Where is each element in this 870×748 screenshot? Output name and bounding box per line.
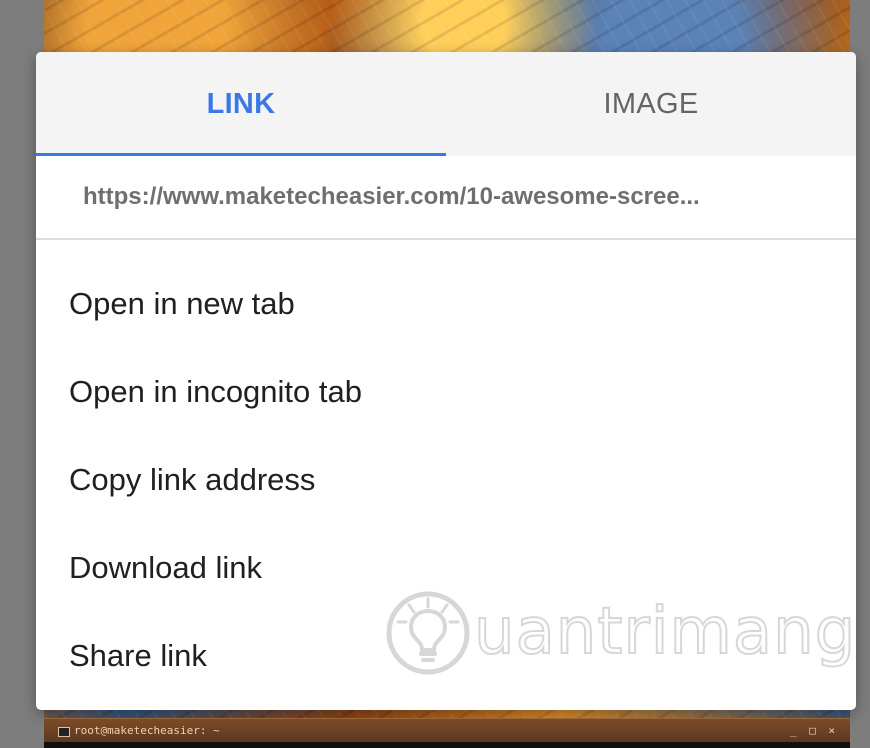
- tab-link[interactable]: LINK: [36, 52, 446, 156]
- terminal-icon: [58, 727, 70, 737]
- link-url: https://www.maketecheasier.com/10-awesom…: [83, 183, 700, 210]
- menu-item-open-new-tab[interactable]: Open in new tab: [36, 260, 856, 348]
- tab-image-label: IMAGE: [603, 87, 699, 120]
- link-action-menu: Open in new tab Open in incognito tab Co…: [36, 260, 856, 700]
- menu-item-copy-link-address[interactable]: Copy link address: [36, 436, 856, 524]
- dialog-tabs: LINK IMAGE: [36, 52, 856, 157]
- tab-link-label: LINK: [206, 87, 276, 120]
- menu-item-share-link[interactable]: Share link: [36, 612, 856, 700]
- link-url-row: https://www.maketecheasier.com/10-awesom…: [36, 156, 856, 240]
- menu-item-label: Share link: [69, 638, 207, 673]
- menu-item-label: Open in incognito tab: [69, 374, 362, 409]
- tab-image[interactable]: IMAGE: [446, 52, 856, 156]
- terminal-strip: [44, 742, 850, 748]
- background-terminal-window-bar: root@maketecheasier: ~ _ □ ×: [44, 718, 850, 748]
- terminal-window-controls: _ □ ×: [789, 724, 838, 737]
- menu-item-label: Open in new tab: [69, 286, 295, 321]
- menu-item-label: Copy link address: [69, 462, 316, 497]
- terminal-title: root@maketecheasier: ~: [74, 724, 220, 737]
- menu-item-download-link[interactable]: Download link: [36, 524, 856, 612]
- menu-item-open-incognito-tab[interactable]: Open in incognito tab: [36, 348, 856, 436]
- menu-item-label: Download link: [69, 550, 262, 585]
- context-menu-dialog: LINK IMAGE https://www.maketecheasier.co…: [36, 52, 856, 710]
